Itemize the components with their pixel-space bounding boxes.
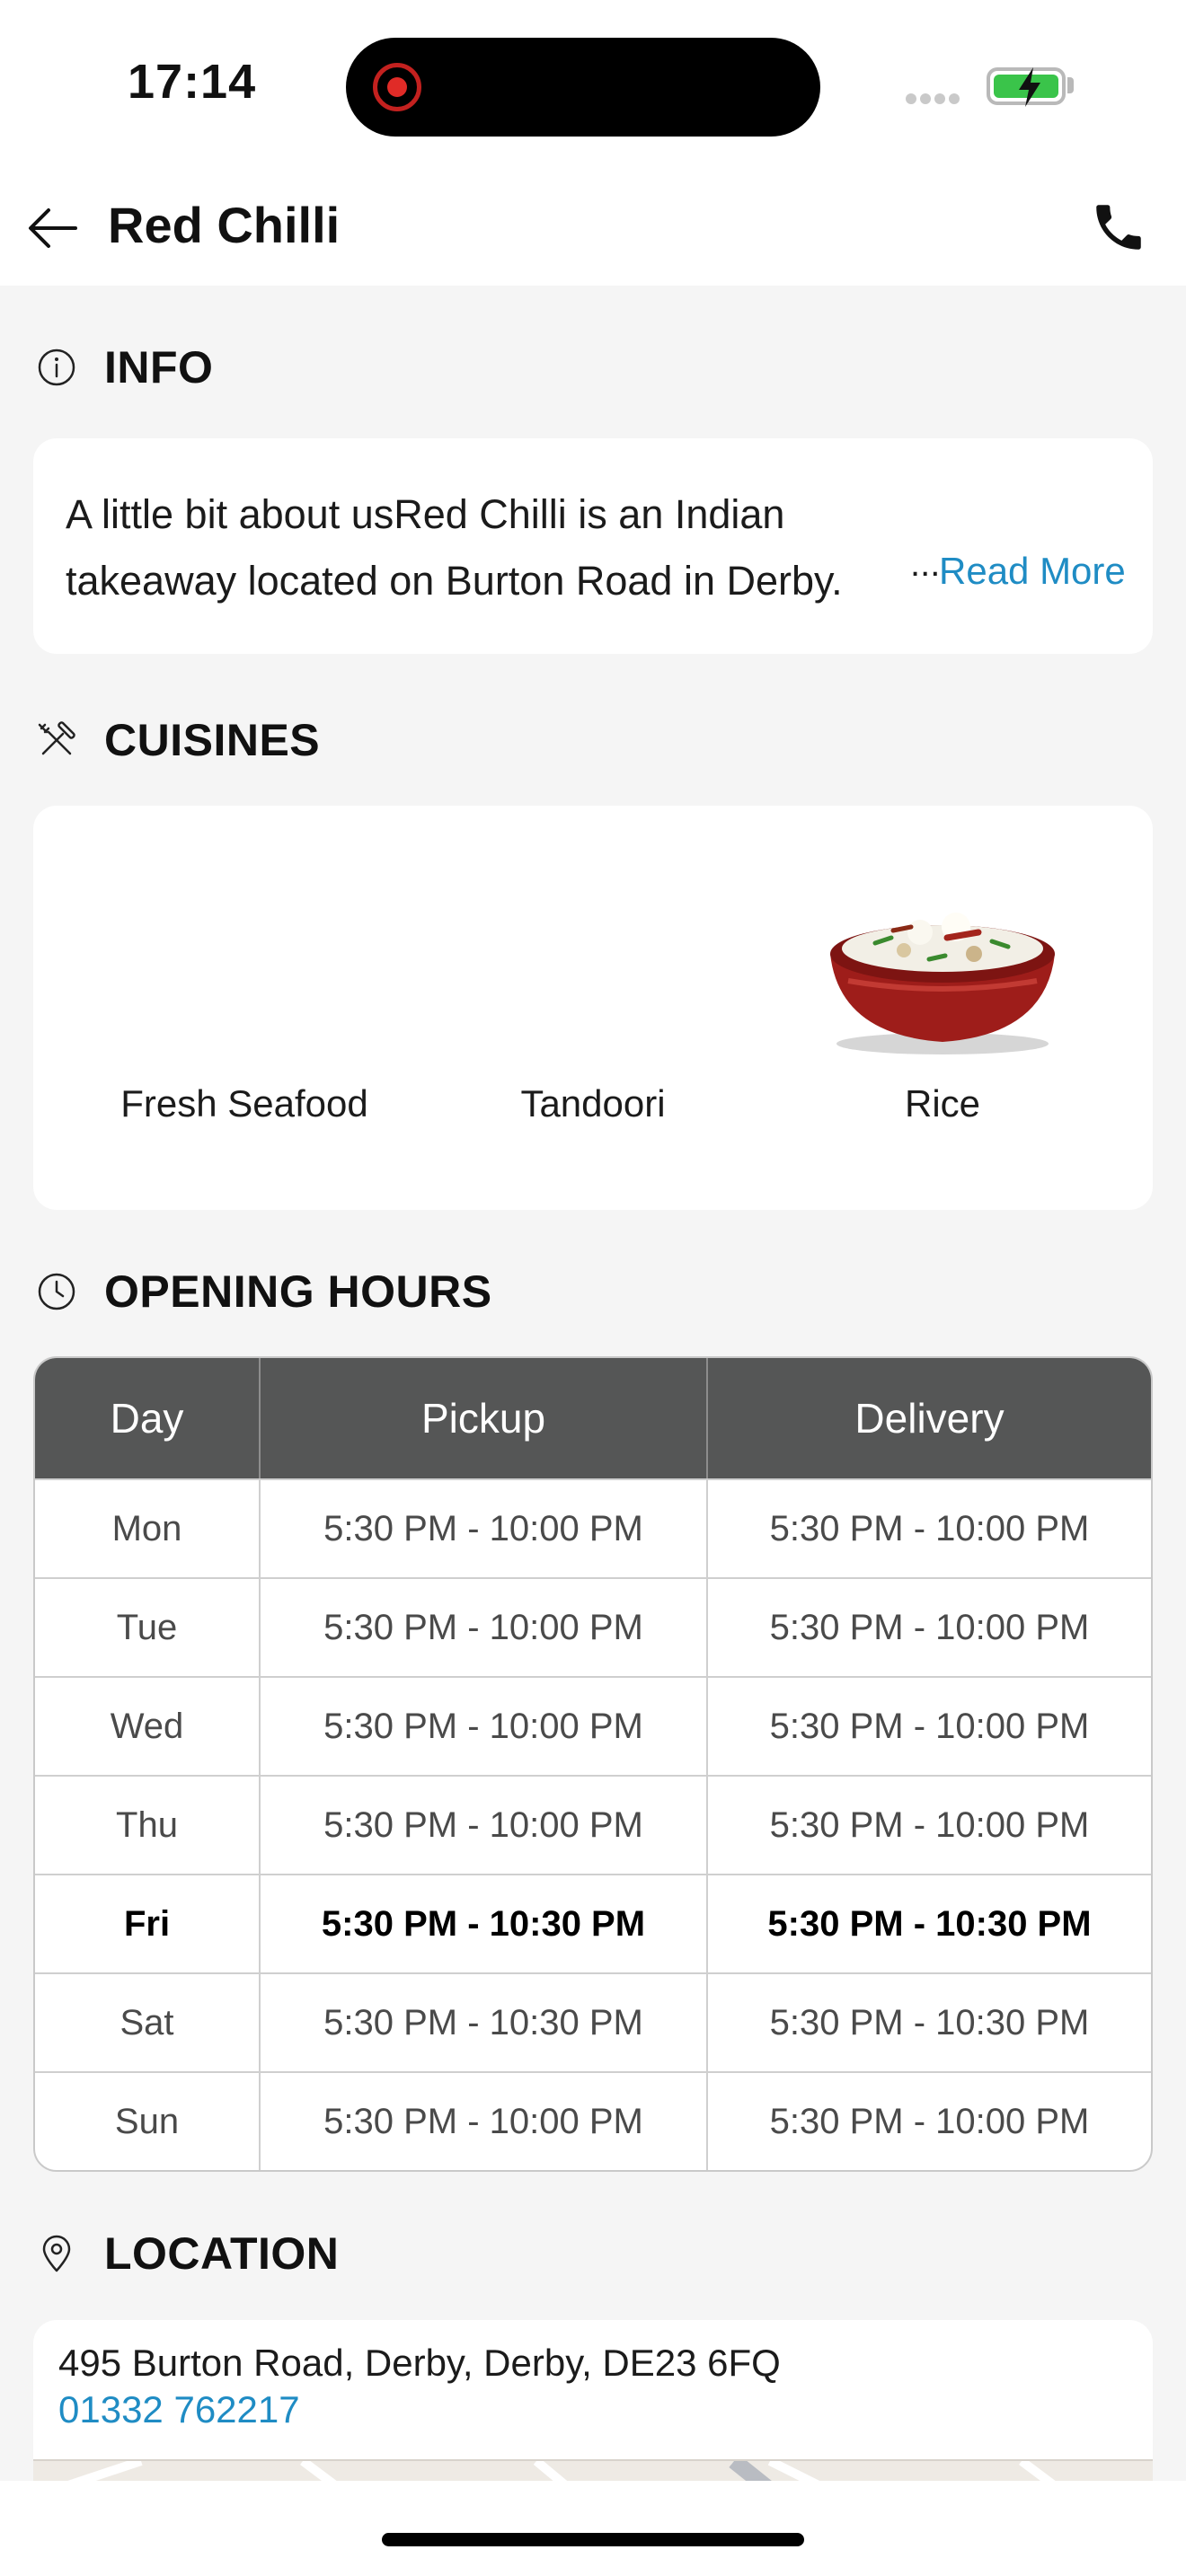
cuisine-item-fresh-seafood[interactable]: Fresh Seafood [69, 806, 420, 1210]
home-indicator-bar [0, 2481, 1186, 2576]
delivery-cell: 5:30 PM - 10:00 PM [706, 1678, 1151, 1775]
info-description: A little bit about usRed Chilli is an In… [66, 491, 843, 604]
day-cell: Wed [110, 1706, 184, 1746]
table-row: Thu 5:30 PM - 10:00 PM 5:30 PM - 10:00 P… [35, 1775, 1151, 1874]
pickup-cell: 5:30 PM - 10:00 PM [259, 1579, 706, 1676]
dynamic-island [346, 38, 820, 137]
pickup-cell: 5:30 PM - 10:00 PM [259, 2073, 706, 2170]
delivery-cell: 5:30 PM - 10:30 PM [706, 1974, 1151, 2071]
cuisine-item-tandoori[interactable]: Tandoori [418, 806, 768, 1210]
battery-icon [987, 67, 1066, 107]
rice-bowl-icon [830, 913, 1055, 1054]
cuisine-item-rice[interactable]: Rice [767, 806, 1118, 1210]
opening-hours-heading: OPENING HOURS [104, 1266, 492, 1317]
info-card: A little bit about usRed Chilli is an In… [33, 438, 1153, 654]
day-cell: Fri [123, 1903, 171, 1944]
restaurant-info-screen: 17:14 Red Chilli INFO A little bit about… [0, 0, 1186, 2576]
phone-icon[interactable] [1089, 198, 1148, 257]
location-section-heading: LOCATION [36, 2225, 339, 2282]
location-heading: LOCATION [104, 2228, 340, 2279]
info-section-heading: INFO [36, 339, 213, 396]
info-heading: INFO [104, 342, 214, 393]
delivery-cell: 5:30 PM - 10:00 PM [706, 1777, 1151, 1874]
day-cell: Sat [119, 2002, 174, 2042]
day-cell: Tue [116, 1607, 178, 1647]
status-time: 17:14 [128, 55, 257, 109]
table-row: Mon 5:30 PM - 10:00 PM 5:30 PM - 10:00 P… [35, 1478, 1151, 1577]
pickup-cell: 5:30 PM - 10:30 PM [259, 1974, 706, 2071]
utensils-icon [38, 721, 75, 755]
column-header-pickup: Pickup [259, 1358, 706, 1478]
delivery-cell: 5:30 PM - 10:00 PM [706, 1579, 1151, 1676]
phone-number-link[interactable]: 01332 762217 [58, 2388, 300, 2431]
table-row: Wed 5:30 PM - 10:00 PM 5:30 PM - 10:00 P… [35, 1676, 1151, 1775]
navigation-header: Red Chilli [0, 171, 1186, 286]
cuisines-heading: CUISINES [104, 715, 321, 765]
opening-hours-section-heading: OPENING HOURS [36, 1263, 492, 1320]
day-cell: Thu [116, 1804, 178, 1845]
info-circle-icon [38, 348, 75, 386]
pickup-cell: 5:30 PM - 10:00 PM [259, 1480, 706, 1577]
pickup-cell: 5:30 PM - 10:00 PM [259, 1678, 706, 1775]
home-indicator[interactable] [382, 2533, 804, 2546]
cuisine-label: Rice [904, 1082, 981, 1125]
day-cell: Mon [111, 1508, 182, 1548]
delivery-cell: 5:30 PM - 10:00 PM [706, 1480, 1151, 1577]
pickup-cell: 5:30 PM - 10:30 PM [259, 1875, 706, 1972]
delivery-cell: 5:30 PM - 10:00 PM [706, 2073, 1151, 2170]
recording-indicator-icon [373, 63, 421, 111]
cuisines-section-heading: CUISINES [36, 711, 320, 769]
info-ellipsis: ... [905, 544, 941, 585]
signal-icon [906, 93, 963, 109]
battery-cap [1067, 77, 1074, 93]
table-row: Sun 5:30 PM - 10:00 PM 5:30 PM - 10:00 P… [35, 2071, 1151, 2170]
column-header-day: Day [110, 1395, 184, 1442]
cuisine-label: Fresh Seafood [120, 1082, 368, 1125]
page-title: Red Chilli [108, 197, 341, 253]
charging-bolt-icon [1019, 67, 1040, 107]
arrow-left-icon[interactable] [25, 199, 83, 257]
delivery-cell: 5:30 PM - 10:30 PM [706, 1875, 1151, 1972]
address-text: 495 Burton Road, Derby, Derby, DE23 6FQ [58, 2342, 781, 2384]
table-row: Sat 5:30 PM - 10:30 PM 5:30 PM - 10:30 P… [35, 1972, 1151, 2071]
cuisine-label: Tandoori [520, 1082, 666, 1125]
read-more-link[interactable]: Read More [939, 550, 1126, 593]
opening-hours-table: Day Pickup Delivery Mon 5:30 PM - 10:00 … [33, 1356, 1153, 2172]
map-pin-icon [42, 2235, 71, 2272]
table-row: Tue 5:30 PM - 10:00 PM 5:30 PM - 10:00 P… [35, 1577, 1151, 1676]
day-cell: Sun [114, 2101, 180, 2141]
clock-icon [38, 1273, 75, 1310]
column-header-delivery: Delivery [706, 1358, 1151, 1478]
pickup-cell: 5:30 PM - 10:00 PM [259, 1777, 706, 1874]
table-header-row: Day Pickup Delivery [35, 1358, 1151, 1478]
table-row-today: Fri 5:30 PM - 10:30 PM 5:30 PM - 10:30 P… [35, 1874, 1151, 1972]
cuisines-card: Fresh Seafood Tandoori Rice [33, 806, 1153, 1210]
status-bar: 17:14 [0, 0, 1186, 171]
